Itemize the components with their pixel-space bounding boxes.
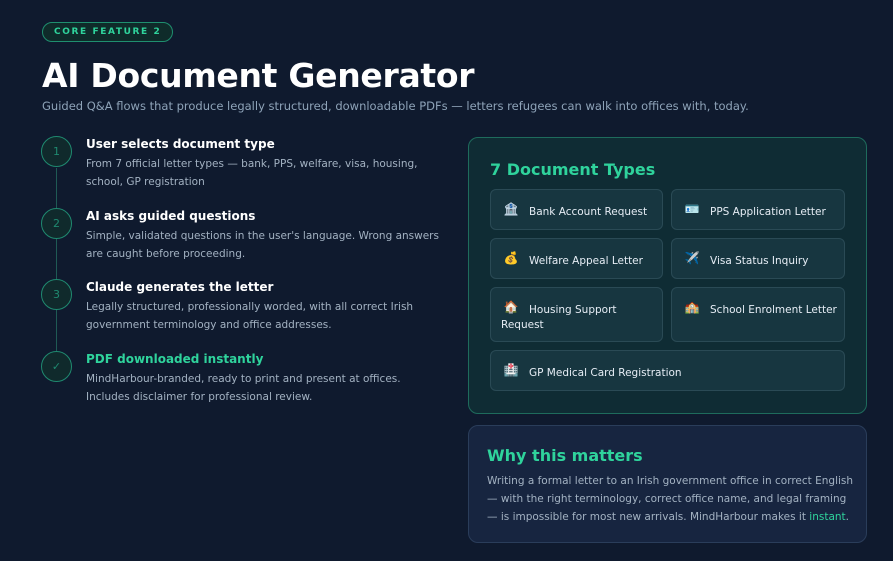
doc-type-label: Bank Account Request — [529, 206, 648, 218]
step-2-title: AI asks guided questions — [86, 209, 256, 223]
steps-connector-line — [56, 168, 57, 352]
why-body: Writing a formal letter to an Irish gove… — [487, 475, 854, 523]
document-types-title: 7 Document Types — [490, 160, 656, 179]
money-bag-icon: 💰 — [503, 251, 519, 265]
step-1-description: From 7 official letter types — bank, PPS… — [86, 158, 418, 188]
document-types-card: 7 Document Types 🏦 Bank Account Request … — [468, 137, 867, 414]
why-highlight: instant — [809, 511, 846, 523]
step-4-description: MindHarbour-branded, ready to print and … — [86, 373, 401, 403]
step-3-marker: 3 — [41, 279, 72, 310]
doc-type-welfare-appeal-letter[interactable]: 💰 Welfare Appeal Letter — [490, 238, 663, 279]
step-4-check-icon: ✓ — [41, 351, 72, 382]
doc-type-label: Visa Status Inquiry — [710, 255, 809, 267]
step-2-marker: 2 — [41, 208, 72, 239]
id-card-icon: 🪪 — [684, 202, 700, 216]
core-feature-badge: CORE FEATURE 2 — [42, 22, 174, 42]
why-text: Writing a formal letter to an Irish gove… — [487, 472, 855, 526]
doc-type-label: School Enrolment Letter — [710, 304, 837, 316]
doc-type-label: Housing Support Request — [501, 304, 617, 331]
step-1-title: User selects document type — [86, 137, 275, 151]
doc-type-school-enrolment-letter[interactable]: 🏫 School Enrolment Letter — [671, 287, 845, 342]
page-subtitle: Guided Q&A flows that produce legally st… — [42, 99, 749, 113]
doc-type-gp-medical-card-registration[interactable]: 🏥 GP Medical Card Registration — [490, 350, 845, 391]
why-end: . — [845, 511, 850, 523]
step-1-marker: 1 — [41, 136, 72, 167]
step-4-title: PDF downloaded instantly — [86, 352, 264, 366]
doc-type-housing-support-request[interactable]: 🏠 Housing Support Request — [490, 287, 663, 342]
step-2-description: Simple, validated questions in the user'… — [86, 230, 439, 260]
medical-icon: 🏥 — [503, 363, 519, 377]
doc-type-label: PPS Application Letter — [710, 206, 826, 218]
step-3-description: Legally structured, professionally worde… — [86, 301, 414, 331]
page-title: AI Document Generator — [42, 56, 475, 95]
bank-icon: 🏦 — [503, 202, 519, 216]
doc-type-bank-account-request[interactable]: 🏦 Bank Account Request — [490, 189, 663, 230]
doc-type-label: Welfare Appeal Letter — [529, 255, 643, 267]
airplane-icon: ✈️ — [684, 251, 700, 265]
why-this-matters-card: Why this matters Writing a formal letter… — [468, 425, 867, 543]
school-icon: 🏫 — [684, 300, 700, 314]
doc-type-pps-application-letter[interactable]: 🪪 PPS Application Letter — [671, 189, 845, 230]
doc-type-visa-status-inquiry[interactable]: ✈️ Visa Status Inquiry — [671, 238, 845, 279]
step-3-title: Claude generates the letter — [86, 280, 274, 294]
doc-type-label: GP Medical Card Registration — [529, 367, 682, 379]
why-title: Why this matters — [487, 446, 643, 465]
